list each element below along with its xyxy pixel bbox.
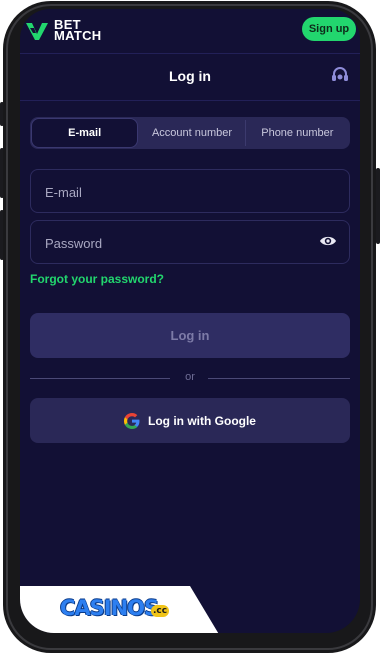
divider-line-right [208, 378, 350, 379]
phone-side-button-right [376, 168, 380, 244]
or-label: or [185, 371, 195, 383]
login-method-tabs: E-mail Account number Phone number [30, 117, 350, 149]
eye-icon[interactable] [319, 234, 337, 248]
app-screen: BET MATCH Sign up Log in E-mail Account … [20, 9, 360, 633]
brand-logo-icon[interactable] [25, 21, 49, 41]
tab-account-number[interactable]: Account number [139, 117, 244, 149]
signup-button[interactable]: Sign up [302, 17, 356, 41]
top-header: BET MATCH Sign up [20, 9, 360, 54]
login-button[interactable]: Log in [30, 313, 350, 358]
google-icon [124, 412, 140, 429]
tab-phone-number[interactable]: Phone number [244, 117, 350, 149]
title-bar: Log in [20, 54, 360, 101]
password-input[interactable] [43, 221, 317, 265]
google-login-button[interactable]: Log in with Google [30, 398, 350, 443]
watermark-logo: CASINOS [60, 596, 159, 620]
page-title: Log in [169, 68, 211, 84]
email-field-box [30, 169, 350, 214]
password-field-box [30, 220, 350, 265]
brand-line-2: MATCH [54, 28, 102, 43]
brand-wordmark[interactable]: BET MATCH [54, 18, 102, 43]
google-login-label: Log in with Google [148, 413, 256, 428]
email-input[interactable] [43, 170, 317, 214]
watermark-suffix: .cc [151, 605, 170, 617]
headset-icon[interactable] [330, 65, 350, 85]
tab-email[interactable]: E-mail [31, 118, 139, 148]
or-divider: or [30, 371, 350, 385]
watermark-banner: CASINOS .cc [20, 586, 220, 633]
forgot-password-link[interactable]: Forgot your password? [30, 272, 164, 286]
